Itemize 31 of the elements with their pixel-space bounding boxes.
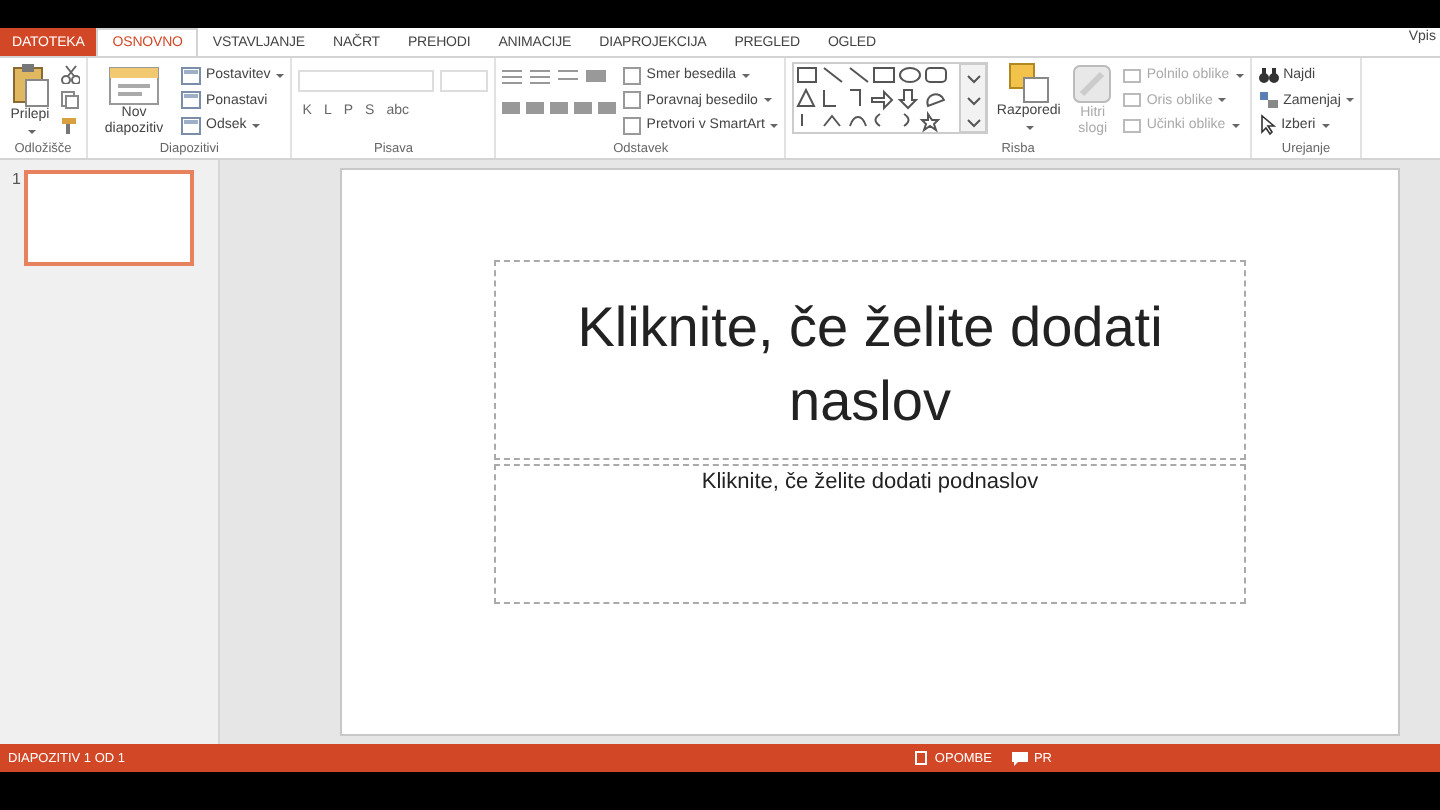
shapes-gallery[interactable] [792, 62, 989, 134]
title-placeholder[interactable]: Kliknite, če želite dodati naslov [494, 260, 1246, 460]
layout-icon [180, 90, 202, 110]
shape-format-icon [1122, 90, 1143, 110]
cursor-icon [1257, 114, 1278, 136]
slide-number: 1 [12, 170, 21, 192]
layout-icon [180, 65, 202, 85]
shape-format-icon [1122, 115, 1143, 135]
subtitle-placeholder[interactable]: Kliknite, če želite dodati podnaslov [494, 464, 1246, 604]
bullet-list-icon[interactable] [502, 68, 523, 84]
text-option-icon [622, 90, 643, 110]
font-size-field[interactable] [440, 70, 489, 92]
indent-icon[interactable] [558, 68, 579, 84]
text-option-icon [622, 115, 643, 135]
font-name-field[interactable] [298, 70, 435, 92]
format-painter-icon[interactable] [60, 116, 80, 136]
shape-format-icon [1122, 65, 1143, 85]
clipboard-icon [8, 62, 52, 108]
comment-icon [1011, 751, 1028, 765]
slide-icon [108, 62, 160, 106]
slide-thumbnail[interactable] [24, 170, 195, 266]
numbered-list-icon[interactable] [530, 68, 551, 84]
replace-icon [1257, 90, 1280, 110]
shapes-icon [1007, 62, 1050, 104]
notes-icon [914, 750, 929, 766]
text-option-icon [622, 65, 643, 85]
cut-icon[interactable] [60, 64, 80, 84]
style-swatch-icon [1070, 62, 1115, 106]
layout-icon [180, 115, 202, 135]
binoculars-icon [1257, 65, 1280, 85]
copy-icon[interactable] [60, 90, 80, 110]
